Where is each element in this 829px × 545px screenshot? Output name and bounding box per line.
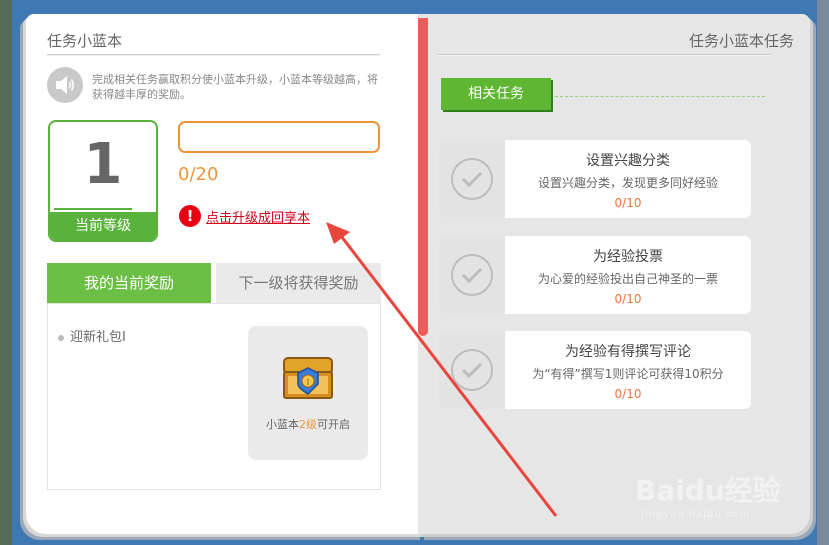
task-title: 为经验有得撰写评论 <box>565 344 691 360</box>
reward-tabs: 我的当前奖励 下一级将获得奖励 <box>47 263 381 309</box>
reward-item-label: 迎新礼包I <box>70 330 126 345</box>
task-card[interactable]: 为经验有得撰写评论 为“有得”撰写1则评论可获得10积分 0/10 <box>439 331 751 409</box>
speaker-icon <box>47 67 83 103</box>
baidu-watermark: Baidu经验 jingyan.baidu.com <box>635 455 805 525</box>
xp-progress-text: 0/20 <box>178 164 219 185</box>
chest-caption-level: 2级 <box>299 418 317 431</box>
reward-panel: 迎新礼包I I 小蓝本2级可开启 <box>47 303 381 490</box>
level-number: 1 <box>83 132 123 197</box>
related-tasks-label: 相关任务 <box>441 78 551 110</box>
treasure-chest-icon: I <box>280 354 336 402</box>
chest-caption-prefix: 小蓝本 <box>266 418 299 431</box>
level-label: 当前等级 <box>50 212 156 240</box>
book-spine-ribbon <box>418 18 428 336</box>
bullet-icon <box>58 334 64 341</box>
chest-caption: 小蓝本2级可开启 <box>248 416 368 432</box>
alert-icon: ! <box>179 205 201 227</box>
checkmark-icon <box>451 349 493 391</box>
task-description: 为“有得”撰写1则评论可获得10积分 <box>532 367 724 381</box>
right-page-title: 任务小蓝本任务 <box>688 32 794 50</box>
left-page-title: 任务小蓝本 <box>47 32 123 50</box>
checkmark-icon <box>451 158 493 200</box>
task-check-area <box>439 331 507 409</box>
task-card[interactable]: 设置兴趣分类 设置兴趣分类，发现更多同好经验 0/10 <box>439 140 751 218</box>
book-description: 完成相关任务赢取积分使小蓝本升级，小蓝本等级越高，将获得越丰厚的奖励。 <box>92 73 378 101</box>
task-progress: 0/10 <box>614 196 642 210</box>
task-title: 为经验投票 <box>593 249 663 265</box>
tab-current-reward[interactable]: 我的当前奖励 <box>47 263 211 303</box>
watermark-brand: Baidu经验 <box>635 474 781 507</box>
svg-text:I: I <box>307 378 310 388</box>
xp-progress-bar <box>178 121 380 153</box>
task-title: 设置兴趣分类 <box>586 153 670 169</box>
task-check-area <box>439 140 507 218</box>
task-description: 设置兴趣分类，发现更多同好经验 <box>537 176 718 190</box>
task-check-area <box>439 236 507 314</box>
left-title-divider <box>47 54 380 56</box>
task-progress: 0/10 <box>614 387 642 401</box>
right-title-divider <box>438 54 771 56</box>
task-progress: 0/10 <box>614 292 642 306</box>
reward-list-item: 迎新礼包I <box>58 326 126 345</box>
level-progress-line <box>54 208 132 210</box>
reward-chest-card[interactable]: I 小蓝本2级可开启 <box>248 326 368 460</box>
checkmark-icon <box>451 254 493 296</box>
task-description: 为心爱的经验投出自己神圣的一票 <box>537 272 718 286</box>
task-card[interactable]: 为经验投票 为心爱的经验投出自己神圣的一票 0/10 <box>439 236 751 314</box>
background-left-strip <box>0 0 12 545</box>
tab-next-reward[interactable]: 下一级将获得奖励 <box>216 263 381 303</box>
related-tasks-divider <box>555 96 765 97</box>
chest-caption-suffix: 可开启 <box>317 418 350 431</box>
upgrade-link[interactable]: 点击升级成回享本 <box>206 207 310 226</box>
current-level-card: 1 当前等级 <box>48 120 158 242</box>
watermark-url: jingyan.baidu.com <box>641 509 751 520</box>
